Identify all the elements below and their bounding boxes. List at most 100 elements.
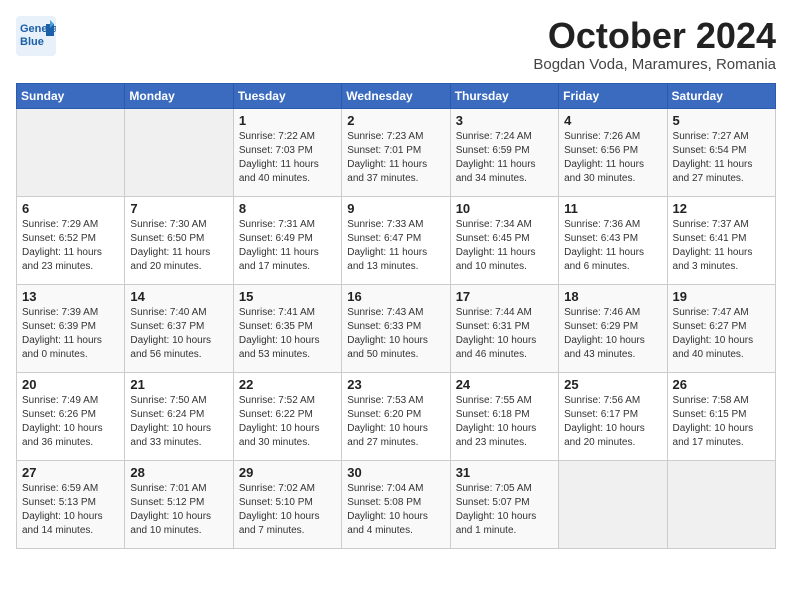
day-info: Sunrise: 7:30 AM Sunset: 6:50 PM Dayligh… (130, 218, 227, 274)
header-tuesday: Tuesday (233, 83, 341, 108)
day-number: 27 (22, 465, 119, 480)
day-number: 28 (130, 465, 227, 480)
calendar-table: SundayMondayTuesdayWednesdayThursdayFrid… (16, 83, 776, 549)
day-number: 12 (673, 201, 770, 216)
calendar-cell: 12 Sunrise: 7:37 AM Sunset: 6:41 PM Dayli… (667, 196, 775, 284)
calendar-cell: 11 Sunrise: 7:36 AM Sunset: 6:43 PM Dayli… (559, 196, 667, 284)
day-number: 2 (347, 113, 444, 128)
day-info: Sunrise: 7:29 AM Sunset: 6:52 PM Dayligh… (22, 218, 119, 274)
day-number: 14 (130, 289, 227, 304)
calendar-cell: 8Sunrise: 7:31 AM Sunset: 6:49 PM Daylig… (233, 196, 341, 284)
day-number: 18 (564, 289, 661, 304)
logo: General Blue (16, 16, 56, 56)
header-sunday: Sunday (17, 83, 125, 108)
svg-text:Blue: Blue (20, 36, 44, 48)
day-info: Sunrise: 7:40 AM Sunset: 6:37 PM Dayligh… (130, 306, 227, 362)
day-info: Sunrise: 7:22 AM Sunset: 7:03 PM Dayligh… (239, 130, 336, 186)
day-info: Sunrise: 6:59 AM Sunset: 5:13 PM Dayligh… (22, 482, 119, 538)
day-info: Sunrise: 7:01 AM Sunset: 5:12 PM Dayligh… (130, 482, 227, 538)
day-info: Sunrise: 7:58 AM Sunset: 6:15 PM Dayligh… (673, 394, 770, 450)
calendar-cell: 20 Sunrise: 7:49 AM Sunset: 6:26 PM Dayli… (17, 372, 125, 460)
calendar-cell: 28 Sunrise: 7:01 AM Sunset: 5:12 PM Dayli… (125, 460, 233, 548)
calendar-cell: 2 Sunrise: 7:23 AM Sunset: 7:01 PM Daylig… (342, 108, 450, 196)
day-number: 6 (22, 201, 119, 216)
day-info: Sunrise: 7:50 AM Sunset: 6:24 PM Dayligh… (130, 394, 227, 450)
day-info: Sunrise: 7:23 AM Sunset: 7:01 PM Dayligh… (347, 130, 444, 186)
day-number: 16 (347, 289, 444, 304)
calendar-cell: 7 Sunrise: 7:30 AM Sunset: 6:50 PM Daylig… (125, 196, 233, 284)
day-info: Sunrise: 7:37 AM Sunset: 6:41 PM Dayligh… (673, 218, 770, 274)
week-row-4: 20 Sunrise: 7:49 AM Sunset: 6:26 PM Dayli… (17, 372, 776, 460)
day-number: 30 (347, 465, 444, 480)
location: Bogdan Voda, Maramures, Romania (533, 56, 776, 73)
day-number: 24 (456, 377, 553, 392)
day-info: Sunrise: 7:44 AM Sunset: 6:31 PM Dayligh… (456, 306, 553, 362)
day-number: 23 (347, 377, 444, 392)
calendar-cell: 14 Sunrise: 7:40 AM Sunset: 6:37 PM Dayli… (125, 284, 233, 372)
day-number: 21 (130, 377, 227, 392)
header-saturday: Saturday (667, 83, 775, 108)
header-wednesday: Wednesday (342, 83, 450, 108)
day-number: 9 (347, 201, 444, 216)
calendar-cell: 15 Sunrise: 7:41 AM Sunset: 6:35 PM Dayli… (233, 284, 341, 372)
day-number: 20 (22, 377, 119, 392)
week-row-5: 27 Sunrise: 6:59 AM Sunset: 5:13 PM Dayli… (17, 460, 776, 548)
day-number: 19 (673, 289, 770, 304)
day-info: Sunrise: 7:43 AM Sunset: 6:33 PM Dayligh… (347, 306, 444, 362)
calendar-cell (17, 108, 125, 196)
title-area: October 2024 Bogdan Voda, Maramures, Rom… (533, 16, 776, 73)
day-number: 31 (456, 465, 553, 480)
calendar-cell: 5Sunrise: 7:27 AM Sunset: 6:54 PM Daylig… (667, 108, 775, 196)
day-info: Sunrise: 7:56 AM Sunset: 6:17 PM Dayligh… (564, 394, 661, 450)
calendar-cell: 22 Sunrise: 7:52 AM Sunset: 6:22 PM Dayli… (233, 372, 341, 460)
day-info: Sunrise: 7:47 AM Sunset: 6:27 PM Dayligh… (673, 306, 770, 362)
calendar-cell: 1 Sunrise: 7:22 AM Sunset: 7:03 PM Daylig… (233, 108, 341, 196)
day-number: 29 (239, 465, 336, 480)
day-number: 4 (564, 113, 661, 128)
calendar-cell: 16 Sunrise: 7:43 AM Sunset: 6:33 PM Dayli… (342, 284, 450, 372)
day-info: Sunrise: 7:53 AM Sunset: 6:20 PM Dayligh… (347, 394, 444, 450)
calendar-cell (559, 460, 667, 548)
day-number: 22 (239, 377, 336, 392)
calendar-cell (125, 108, 233, 196)
day-info: Sunrise: 7:36 AM Sunset: 6:43 PM Dayligh… (564, 218, 661, 274)
day-info: Sunrise: 7:41 AM Sunset: 6:35 PM Dayligh… (239, 306, 336, 362)
day-number: 3 (456, 113, 553, 128)
page-header: General Blue October 2024 Bogdan Voda, M… (16, 16, 776, 73)
week-row-2: 6 Sunrise: 7:29 AM Sunset: 6:52 PM Daylig… (17, 196, 776, 284)
day-info: Sunrise: 7:39 AM Sunset: 6:39 PM Dayligh… (22, 306, 119, 362)
day-info: Sunrise: 7:55 AM Sunset: 6:18 PM Dayligh… (456, 394, 553, 450)
day-info: Sunrise: 7:49 AM Sunset: 6:26 PM Dayligh… (22, 394, 119, 450)
day-info: Sunrise: 7:26 AM Sunset: 6:56 PM Dayligh… (564, 130, 661, 186)
day-number: 11 (564, 201, 661, 216)
day-info: Sunrise: 7:05 AM Sunset: 5:07 PM Dayligh… (456, 482, 553, 538)
calendar-cell: 24 Sunrise: 7:55 AM Sunset: 6:18 PM Dayli… (450, 372, 558, 460)
calendar-cell: 25 Sunrise: 7:56 AM Sunset: 6:17 PM Dayli… (559, 372, 667, 460)
day-number: 7 (130, 201, 227, 216)
day-info: Sunrise: 7:52 AM Sunset: 6:22 PM Dayligh… (239, 394, 336, 450)
day-number: 25 (564, 377, 661, 392)
calendar-cell: 18Sunrise: 7:46 AM Sunset: 6:29 PM Dayli… (559, 284, 667, 372)
calendar-cell (667, 460, 775, 548)
day-number: 13 (22, 289, 119, 304)
logo-icon: General Blue (16, 16, 56, 56)
calendar-cell: 17Sunrise: 7:44 AM Sunset: 6:31 PM Dayli… (450, 284, 558, 372)
calendar-cell: 30Sunrise: 7:04 AM Sunset: 5:08 PM Dayli… (342, 460, 450, 548)
week-row-1: 1 Sunrise: 7:22 AM Sunset: 7:03 PM Daylig… (17, 108, 776, 196)
calendar-cell: 26 Sunrise: 7:58 AM Sunset: 6:15 PM Dayli… (667, 372, 775, 460)
calendar-header: SundayMondayTuesdayWednesdayThursdayFrid… (17, 83, 776, 108)
day-info: Sunrise: 7:02 AM Sunset: 5:10 PM Dayligh… (239, 482, 336, 538)
header-friday: Friday (559, 83, 667, 108)
day-info: Sunrise: 7:27 AM Sunset: 6:54 PM Dayligh… (673, 130, 770, 186)
day-number: 15 (239, 289, 336, 304)
week-row-3: 13 Sunrise: 7:39 AM Sunset: 6:39 PM Dayli… (17, 284, 776, 372)
day-info: Sunrise: 7:33 AM Sunset: 6:47 PM Dayligh… (347, 218, 444, 274)
month-title: October 2024 (533, 16, 776, 56)
calendar-cell: 4 Sunrise: 7:26 AM Sunset: 6:56 PM Daylig… (559, 108, 667, 196)
day-number: 8 (239, 201, 336, 216)
header-monday: Monday (125, 83, 233, 108)
day-number: 26 (673, 377, 770, 392)
calendar-cell: 3Sunrise: 7:24 AM Sunset: 6:59 PM Daylig… (450, 108, 558, 196)
calendar-cell: 13 Sunrise: 7:39 AM Sunset: 6:39 PM Dayli… (17, 284, 125, 372)
day-number: 1 (239, 113, 336, 128)
